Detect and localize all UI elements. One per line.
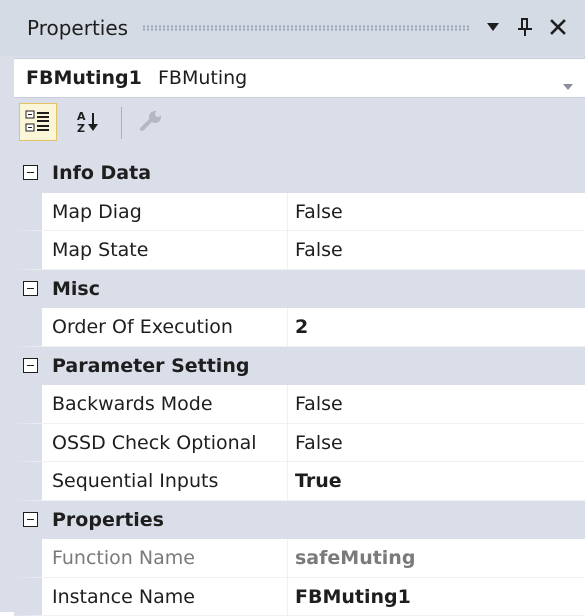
column-divider [287,231,288,269]
column-divider [287,308,288,346]
property-row-order-of-execution[interactable]: Order Of Execution 2 [14,308,585,347]
property-value[interactable]: 2 [295,315,308,339]
property-name: Function Name [52,546,284,570]
category-label: Properties [52,508,164,532]
property-value[interactable]: False [295,238,343,262]
panel-title: Properties [27,16,128,40]
collapse-icon[interactable] [23,358,38,373]
category-label: Misc [52,277,100,301]
column-divider [287,462,288,500]
property-name: OSSD Check Optional [52,431,284,455]
column-divider [287,424,288,462]
close-icon[interactable] [545,12,571,42]
property-value[interactable]: False [295,200,343,224]
property-value: safeMuting [295,546,415,570]
collapse-icon[interactable] [23,165,38,180]
categorized-icon[interactable] [19,103,57,141]
object-type: FBMuting [158,66,247,90]
property-grid: Info Data Map Diag False Map State False… [14,154,585,616]
column-divider [287,193,288,231]
property-value[interactable]: False [295,431,343,455]
category-misc[interactable]: Misc [14,270,585,309]
property-row-map-state[interactable]: Map State False [14,231,585,270]
properties-panel: Properties FBMuting1 FBMuting [0,0,585,612]
panel-titlebar[interactable]: Properties [0,0,585,56]
property-name: Backwards Mode [52,392,284,416]
category-label: Info Data [52,161,151,185]
property-value[interactable]: True [295,469,342,493]
property-value[interactable]: FBMuting1 [295,585,411,609]
properties-toolbar: A Z [14,98,585,154]
column-divider [287,539,288,577]
collapse-icon[interactable] [23,281,38,296]
property-name: Map State [52,238,284,262]
pin-icon[interactable] [512,12,538,42]
chevron-down-icon[interactable] [563,75,573,94]
dropdown-arrow-icon[interactable] [480,12,506,42]
property-name: Order Of Execution [52,315,284,339]
drag-grip[interactable] [142,25,470,31]
object-selector[interactable]: FBMuting1 FBMuting [14,58,585,98]
property-row-backwards-mode[interactable]: Backwards Mode False [14,385,585,424]
collapse-icon[interactable] [23,512,38,527]
column-divider [287,578,288,616]
object-name: FBMuting1 [26,66,142,90]
property-pages-icon[interactable] [132,103,170,141]
property-name: Map Diag [52,200,284,224]
property-row-instance-name[interactable]: Instance Name FBMuting1 [14,578,585,616]
category-info-data[interactable]: Info Data [14,154,585,193]
category-parameter-setting[interactable]: Parameter Setting [14,347,585,386]
property-row-ossd-check-optional[interactable]: OSSD Check Optional False [14,424,585,463]
property-row-function-name[interactable]: Function Name safeMuting [14,539,585,578]
property-row-map-diag[interactable]: Map Diag False [14,193,585,232]
column-divider [287,385,288,423]
property-value[interactable]: False [295,392,343,416]
category-properties[interactable]: Properties [14,501,585,540]
toolbar-separator [121,107,122,139]
svg-text:Z: Z [77,122,85,135]
category-label: Parameter Setting [52,354,249,378]
property-row-sequential-inputs[interactable]: Sequential Inputs True [14,462,585,501]
property-name: Instance Name [52,585,284,609]
alphabetical-icon[interactable]: A Z [70,103,108,141]
property-name: Sequential Inputs [52,469,284,493]
